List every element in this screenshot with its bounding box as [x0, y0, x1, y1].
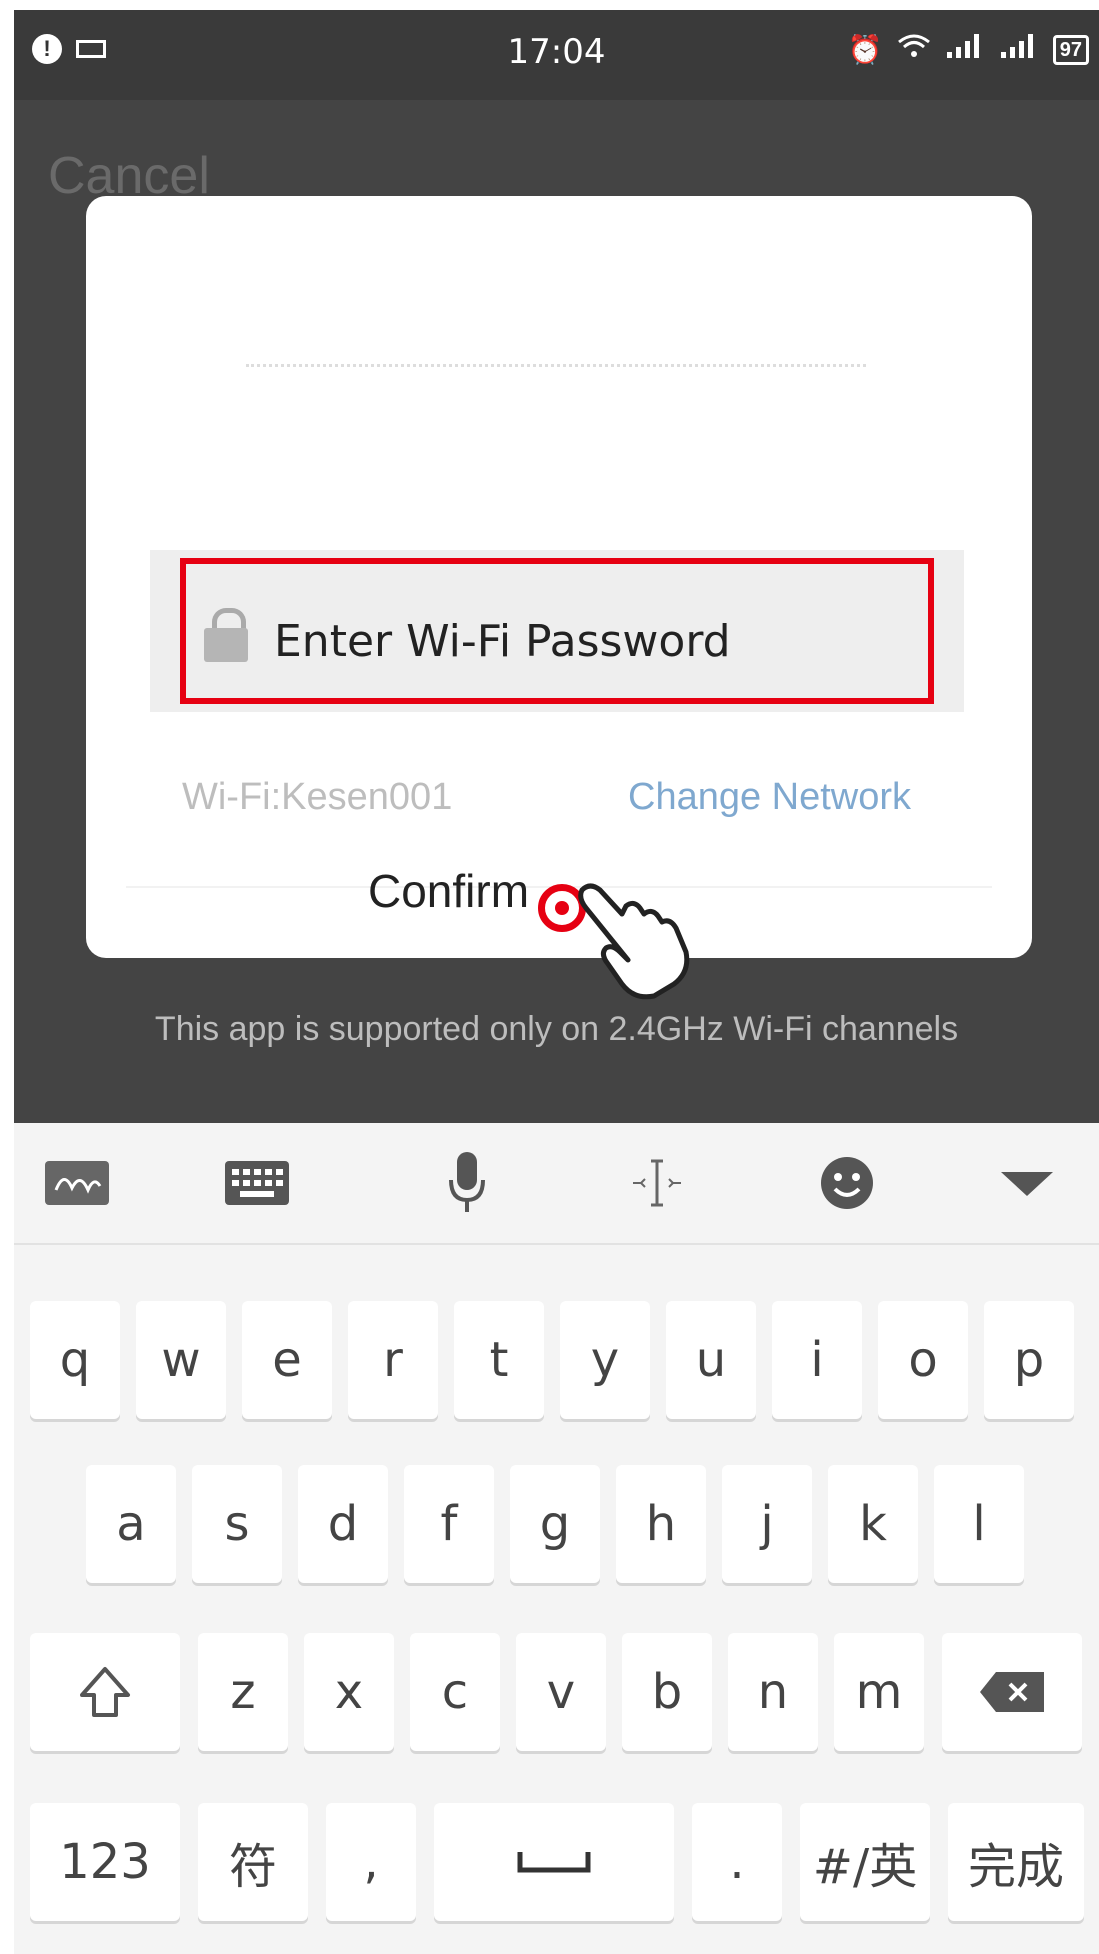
- done-key[interactable]: 完成: [948, 1803, 1084, 1921]
- symbols-key[interactable]: 符: [198, 1803, 308, 1921]
- battery-icon: 97: [1052, 34, 1089, 65]
- key-k[interactable]: k: [828, 1465, 918, 1583]
- cell-signal-2-icon: [999, 32, 1039, 67]
- confirm-button[interactable]: Confirm: [368, 864, 529, 918]
- key-s[interactable]: s: [192, 1465, 282, 1583]
- key-c[interactable]: c: [410, 1633, 500, 1751]
- keyboard-icon[interactable]: [222, 1153, 292, 1213]
- key-p[interactable]: p: [984, 1301, 1074, 1419]
- key-e[interactable]: e: [242, 1301, 332, 1419]
- key-t[interactable]: t: [454, 1301, 544, 1419]
- key-m[interactable]: m: [834, 1633, 924, 1751]
- key-f[interactable]: f: [404, 1465, 494, 1583]
- wifi-network-label: Wi-Fi:Kesen001: [182, 776, 453, 818]
- comma-key[interactable]: ,: [326, 1803, 416, 1921]
- key-h[interactable]: h: [616, 1465, 706, 1583]
- cursor-icon[interactable]: [622, 1153, 692, 1213]
- key-i[interactable]: i: [772, 1301, 862, 1419]
- phone-screen: ! 17:04 ⏰ 97 Cancel Enter Wi-Fi Password…: [14, 10, 1099, 1954]
- key-w[interactable]: w: [136, 1301, 226, 1419]
- period-key[interactable]: .: [692, 1803, 782, 1921]
- key-x[interactable]: x: [304, 1633, 394, 1751]
- key-q[interactable]: q: [30, 1301, 120, 1419]
- key-y[interactable]: y: [560, 1301, 650, 1419]
- key-d[interactable]: d: [298, 1465, 388, 1583]
- key-z[interactable]: z: [198, 1633, 288, 1751]
- shift-key[interactable]: [30, 1633, 180, 1751]
- channel-notice: This app is supported only on 2.4GHz Wi-…: [154, 1010, 959, 1048]
- key-v[interactable]: v: [516, 1633, 606, 1751]
- soft-keyboard: q w e r t y u i o p a s d f g h j k l z …: [14, 1123, 1099, 1954]
- key-l[interactable]: l: [934, 1465, 1024, 1583]
- wifi-signal-icon: [897, 32, 931, 67]
- backspace-key[interactable]: [942, 1633, 1082, 1751]
- handwriting-icon[interactable]: [42, 1153, 112, 1213]
- shift-icon: [80, 1667, 130, 1717]
- backspace-icon: [980, 1672, 1044, 1712]
- key-j[interactable]: j: [722, 1465, 812, 1583]
- microphone-icon[interactable]: [432, 1152, 502, 1213]
- pointing-hand-icon: [578, 883, 690, 1000]
- lock-icon: [204, 608, 248, 662]
- alarm-icon: ⏰: [847, 34, 883, 65]
- numbers-key[interactable]: 123: [30, 1803, 180, 1921]
- language-switch-key[interactable]: #/英: [800, 1803, 930, 1921]
- dim-overlay: Cancel Enter Wi-Fi Password Wi-Fi:Kesen0…: [14, 100, 1099, 1133]
- password-input[interactable]: Enter Wi-Fi Password: [180, 558, 934, 704]
- key-a[interactable]: a: [86, 1465, 176, 1583]
- status-bar: ! 17:04 ⏰ 97: [14, 10, 1099, 100]
- password-placeholder: Enter Wi-Fi Password: [274, 616, 731, 667]
- keyboard-toolbar: [14, 1123, 1099, 1245]
- space-key[interactable]: [434, 1803, 674, 1921]
- key-r[interactable]: r: [348, 1301, 438, 1419]
- key-n[interactable]: n: [728, 1633, 818, 1751]
- key-b[interactable]: b: [622, 1633, 712, 1751]
- key-g[interactable]: g: [510, 1465, 600, 1583]
- space-icon: [517, 1852, 591, 1873]
- wifi-password-dialog: Enter Wi-Fi Password Wi-Fi:Kesen001 Chan…: [86, 196, 1032, 958]
- emoji-icon[interactable]: [812, 1153, 882, 1213]
- collapse-icon[interactable]: [992, 1153, 1062, 1213]
- key-o[interactable]: o: [878, 1301, 968, 1419]
- change-network-link[interactable]: Change Network: [628, 776, 911, 819]
- cell-signal-icon: [945, 32, 985, 67]
- dialog-title-placeholder: [246, 364, 866, 367]
- key-u[interactable]: u: [666, 1301, 756, 1419]
